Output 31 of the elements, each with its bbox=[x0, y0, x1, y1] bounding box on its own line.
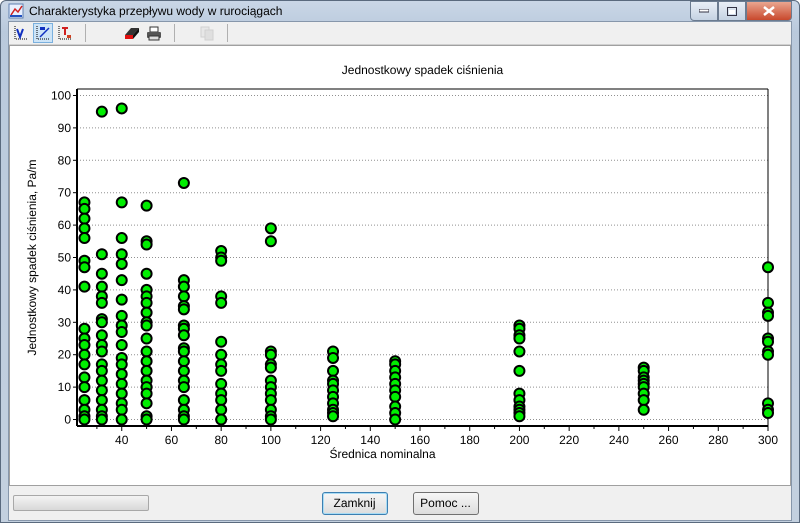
window-title: Charakterystyka przepływu wody w rurociągach bbox=[29, 4, 284, 18]
x-tick-label: 240 bbox=[608, 433, 629, 447]
dialog-button[interactable]: Pomoc ... bbox=[412, 492, 478, 514]
y-tick-label: 10 bbox=[58, 380, 71, 394]
y-tick-label: 20 bbox=[58, 348, 71, 362]
x-tick-label: 60 bbox=[164, 433, 178, 447]
x-tick-label: 140 bbox=[360, 433, 380, 447]
y-tick-label: 100 bbox=[50, 88, 71, 102]
dialog-button[interactable]: Zamknij bbox=[322, 492, 388, 514]
y-tick-label: 90 bbox=[58, 120, 71, 135]
x-tick-label: 260 bbox=[658, 433, 679, 447]
x-tick-label: 280 bbox=[708, 433, 728, 447]
y-tick-label: 0 bbox=[64, 412, 71, 427]
x-tick-label: 300 bbox=[758, 433, 778, 447]
x-tick-label: 100 bbox=[260, 433, 281, 447]
y-axis-label: Jednostkowy spadek ciśnienia, Pa/m bbox=[25, 159, 39, 356]
y-tick-label: 80 bbox=[58, 153, 71, 168]
y-tick-label: 60 bbox=[58, 218, 71, 232]
x-tick-label: 80 bbox=[214, 433, 228, 447]
x-axis-label: Średnica nominalna bbox=[329, 447, 436, 461]
x-tick-label: 200 bbox=[509, 433, 530, 447]
y-tick-label: 30 bbox=[58, 315, 71, 330]
y-tick-label: 40 bbox=[58, 282, 71, 297]
x-tick-label: 180 bbox=[460, 433, 480, 447]
x-tick-label: 120 bbox=[310, 433, 331, 447]
y-tick-label: 50 bbox=[58, 250, 71, 264]
x-tick-label: 220 bbox=[559, 433, 580, 447]
y-tick-label: 70 bbox=[58, 186, 71, 200]
x-tick-label: 160 bbox=[410, 433, 430, 447]
chart-title: Jednostkowy spadek ciśnienia bbox=[342, 63, 504, 77]
x-tick-label: 40 bbox=[115, 433, 128, 447]
